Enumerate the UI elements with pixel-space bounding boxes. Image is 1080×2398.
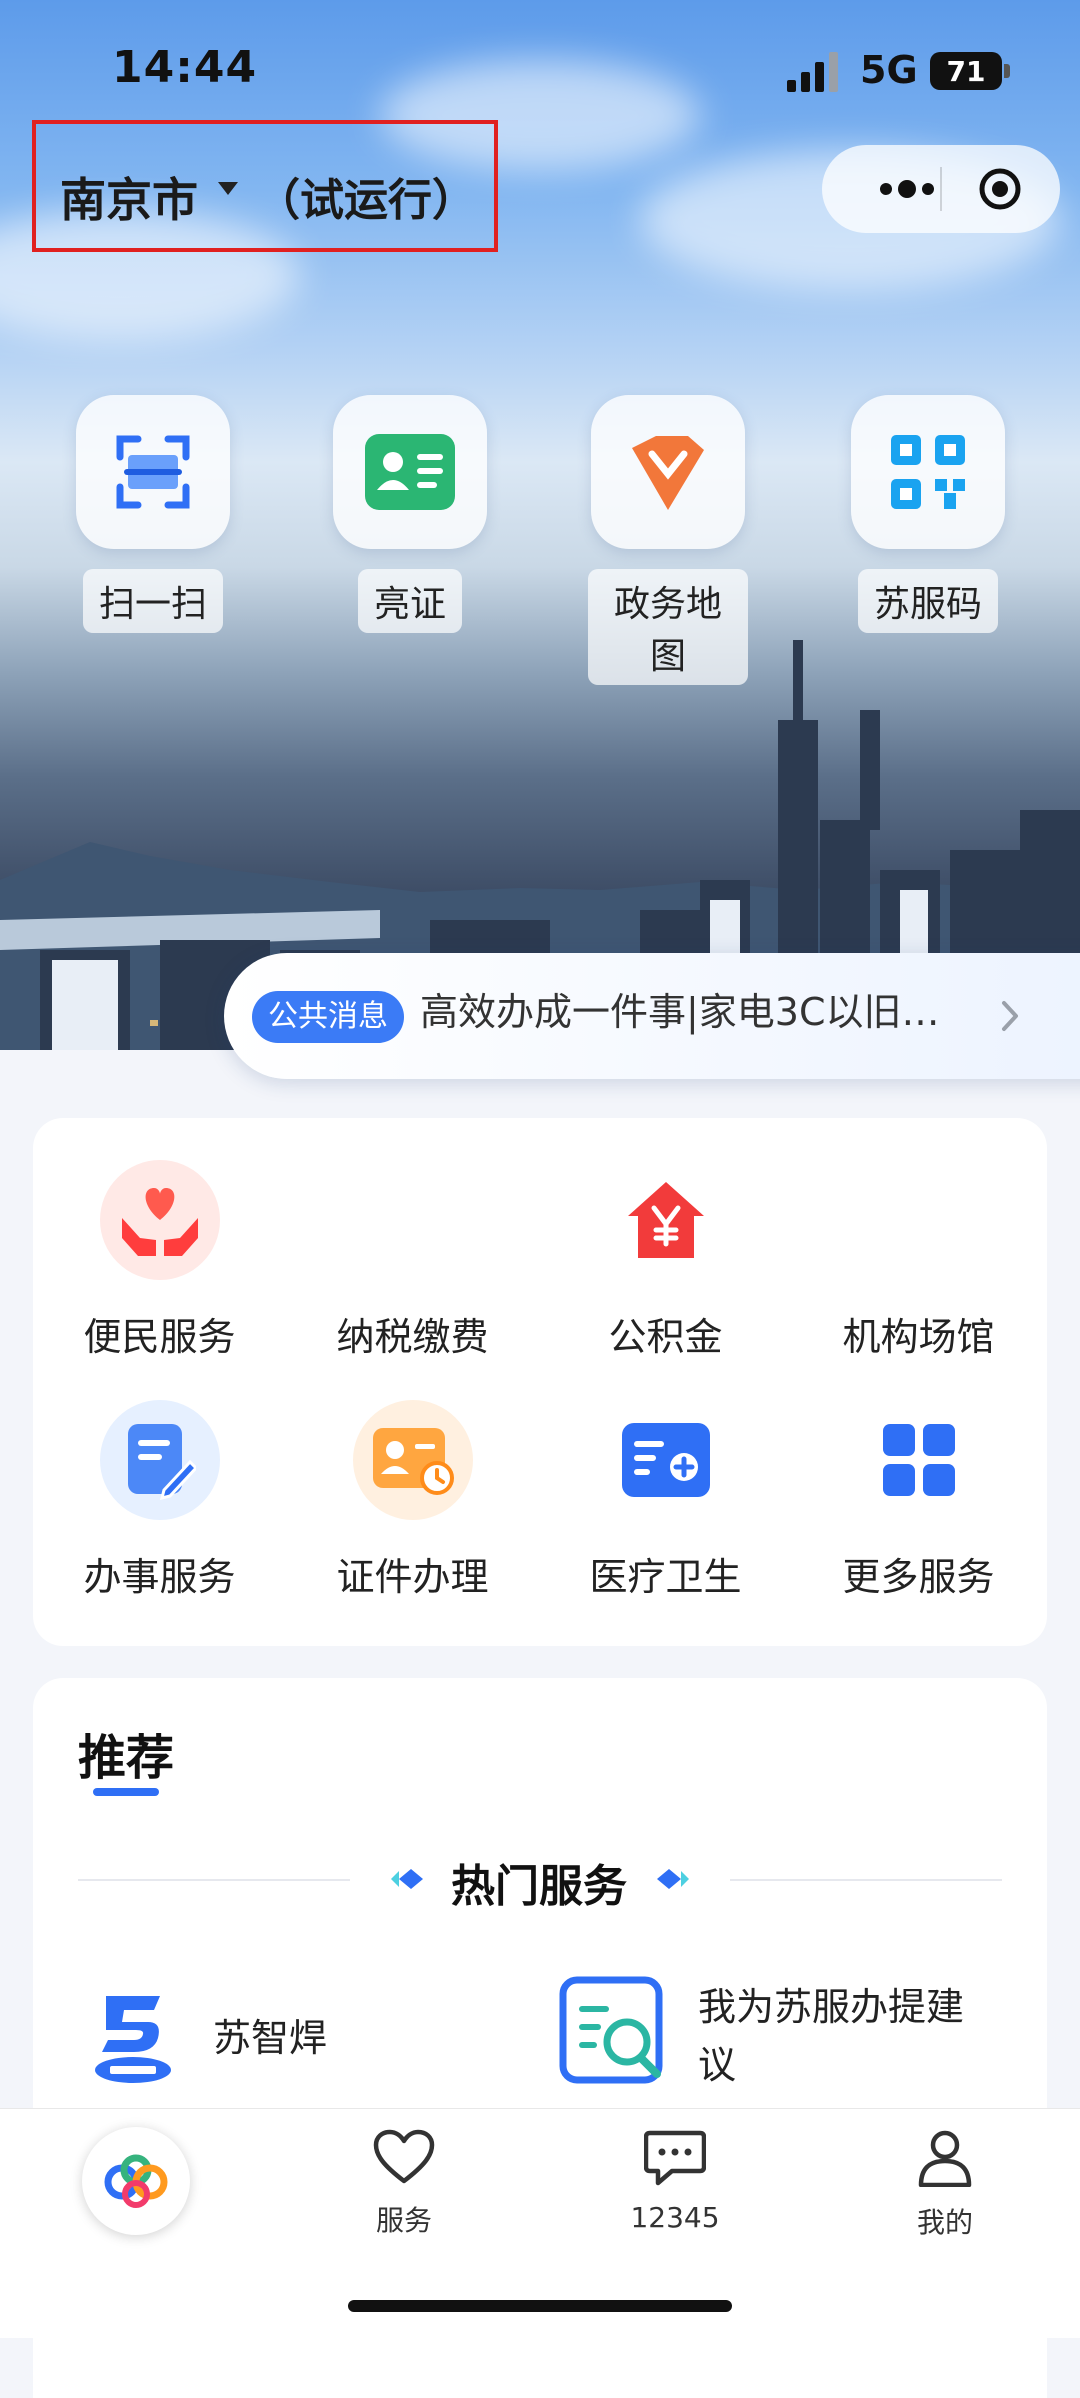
status-bar: 14:44 5G 71 <box>0 0 1080 140</box>
grid-icon <box>859 1400 979 1520</box>
tab-label: 服务 <box>375 2204 432 2237</box>
service-label: 公积金 <box>608 1315 723 1359</box>
service-medical[interactable]: 医疗卫生 <box>539 1400 792 1601</box>
tab-active-indicator <box>93 1788 159 1796</box>
service-label: 证件办理 <box>336 1555 489 1599</box>
service-certificates[interactable]: 证件办理 <box>286 1400 539 1601</box>
quick-action-label: 苏服码 <box>857 569 998 633</box>
service-label: 纳税缴费 <box>336 1315 489 1359</box>
battery-level: 71 <box>946 54 986 88</box>
hot-service-label: 苏智焊 <box>213 2016 328 2060</box>
house-yuan-icon <box>606 1160 726 1280</box>
certificate-icon <box>352 1400 473 1520</box>
service-grid-card: 便民服务 纳税缴费 公积金 机构场馆 办事服务 证件办理 医疗卫生 更多服务 <box>33 1118 1047 1646</box>
chat-bubble-icon <box>643 2130 707 2186</box>
quick-action-box <box>76 395 230 549</box>
service-label: 医疗卫生 <box>589 1555 742 1599</box>
scan-icon <box>116 435 190 509</box>
tab-home[interactable] <box>82 2127 190 2235</box>
miniprogram-capsule <box>822 145 1060 233</box>
diamond-decoration-icon <box>391 1869 423 1889</box>
status-time: 14:44 <box>112 42 258 93</box>
service-convenience[interactable]: 便民服务 <box>33 1160 286 1361</box>
quick-action-box <box>333 395 487 549</box>
close-target-icon[interactable] <box>978 167 1022 211</box>
notice-text: 高效办成一件事|家电3C以旧… <box>420 990 940 1034</box>
public-notice-bar[interactable]: 公共消息 高效办成一件事|家电3C以旧… <box>224 953 1080 1079</box>
service-label: 机构场馆 <box>842 1315 995 1359</box>
battery-cap <box>1004 64 1010 78</box>
divider <box>78 1879 350 1881</box>
network-type: 5G <box>860 48 918 92</box>
quick-action-label: 扫一扫 <box>82 569 223 633</box>
medical-card-icon <box>606 1400 726 1520</box>
city-name: 南京市 <box>60 173 198 227</box>
id-card-icon <box>365 434 455 510</box>
recommend-tab-title[interactable]: 推荐 <box>78 1718 174 1788</box>
service-affairs[interactable]: 办事服务 <box>33 1400 286 1601</box>
battery-icon: 71 <box>930 52 1002 90</box>
tab-services[interactable]: 服务 <box>324 2129 484 2239</box>
quick-action-gov-map[interactable]: 政务地图 <box>588 395 748 685</box>
quick-action-scan[interactable]: 扫一扫 <box>73 395 233 633</box>
quick-action-box <box>851 395 1005 549</box>
signal-icon <box>787 52 838 92</box>
chevron-right-icon <box>1002 1001 1018 1031</box>
quick-action-label: 亮证 <box>357 569 462 633</box>
feedback-search-icon <box>553 1970 673 2090</box>
service-label: 便民服务 <box>83 1315 236 1359</box>
more-button[interactable] <box>852 167 962 211</box>
notice-tag: 公共消息 <box>252 991 404 1043</box>
qr-code-icon <box>891 435 965 509</box>
user-icon <box>918 2130 972 2188</box>
divider <box>730 1879 1002 1881</box>
service-venues[interactable]: 机构场馆 <box>792 1160 1045 1361</box>
service-more[interactable]: 更多服务 <box>792 1400 1045 1601</box>
service-icon-placeholder <box>353 1160 473 1280</box>
map-pin-icon <box>632 436 704 510</box>
hot-service-label: 我为苏服办提建议 <box>698 1985 965 2087</box>
quick-action-su-code[interactable]: 苏服码 <box>848 395 1008 633</box>
home-indicator[interactable] <box>348 2300 732 2312</box>
quick-action-box <box>591 395 745 549</box>
service-label: 办事服务 <box>83 1555 236 1599</box>
caret-down-icon <box>218 182 238 195</box>
heart-outline-icon <box>373 2129 435 2184</box>
service-icon-placeholder <box>859 1160 979 1280</box>
trial-label: （试运行） <box>256 175 476 226</box>
hot-services-title: 热门服务 <box>451 1861 627 1912</box>
service-label: 更多服务 <box>842 1555 995 1599</box>
suzhihan-logo-icon <box>73 1978 193 2098</box>
service-tax-payment[interactable]: 纳税缴费 <box>286 1160 539 1361</box>
home-logo-icon <box>104 2154 168 2208</box>
more-dot <box>898 180 916 198</box>
quick-action-label: 政务地图 <box>588 569 748 685</box>
tab-label: 我的 <box>916 2206 973 2239</box>
heart-hands-icon <box>99 1160 220 1280</box>
more-dot <box>922 183 934 195</box>
city-selector[interactable]: 南京市 （试运行） <box>32 120 498 252</box>
quick-action-show-id[interactable]: 亮证 <box>330 395 490 633</box>
diamond-decoration-icon <box>657 1869 689 1889</box>
tab-label: 12345 <box>630 2201 720 2234</box>
more-dot <box>880 183 892 195</box>
service-provident-fund[interactable]: 公积金 <box>539 1160 792 1361</box>
tab-hotline[interactable]: 12345 <box>595 2129 755 2234</box>
tab-mine[interactable]: 我的 <box>865 2129 1025 2241</box>
capsule-divider <box>940 167 942 211</box>
document-edit-icon <box>99 1400 220 1520</box>
